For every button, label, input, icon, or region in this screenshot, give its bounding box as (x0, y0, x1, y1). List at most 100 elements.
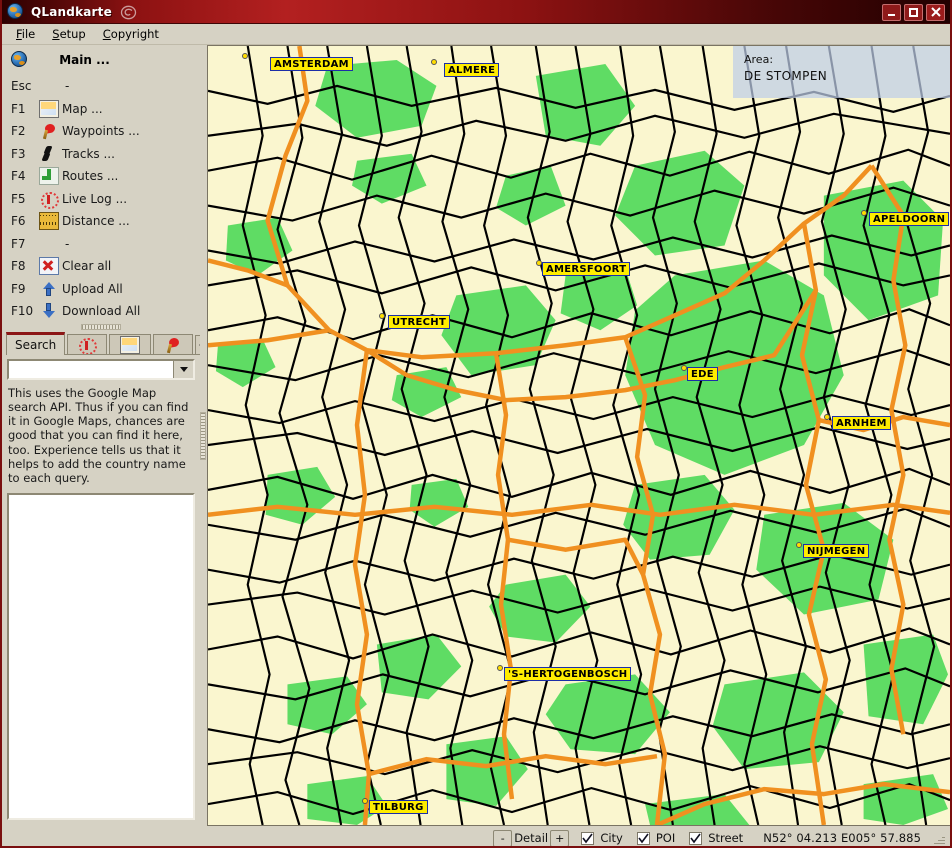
city-label-apeldoorn[interactable]: APELDOORN (869, 212, 950, 226)
city-label-ede[interactable]: EDE (687, 367, 718, 381)
status-bar: - Detail + City POI Street N52° 04.213 E… (2, 826, 950, 846)
search-combobox[interactable] (7, 358, 195, 380)
key-f3: F3 (11, 146, 26, 161)
city-dot (362, 798, 368, 804)
key-f6: F6 (11, 214, 26, 229)
city-label-nijmegen[interactable]: NIJMEGEN (803, 544, 870, 558)
download-arrow-icon (36, 303, 62, 319)
city-dot (824, 414, 830, 420)
vertical-splitter[interactable] (200, 45, 207, 826)
checkbox-poi-label: POI (655, 831, 676, 845)
detail-increase-button[interactable]: + (550, 829, 570, 846)
menu-row-download-all-label: Download All (62, 304, 141, 319)
city-dot (431, 59, 437, 65)
map-icon (120, 335, 141, 354)
key-f10: F10 (11, 304, 34, 319)
key-esc: Esc (11, 79, 32, 94)
function-key-menu: Esc - F1 Map ... F2 Waypoints ... F3 Tra… (2, 73, 200, 323)
menu-row-waypoints[interactable]: F2 Waypoints ... (2, 120, 200, 143)
menu-setup-label: etup (59, 27, 86, 41)
map-render (208, 46, 950, 825)
tab-waypoints[interactable] (153, 333, 194, 355)
menu-row-routes[interactable]: F4 Routes ... (2, 165, 200, 188)
close-button[interactable] (926, 3, 945, 21)
menu-row-clear-all-label: Clear all (62, 259, 112, 274)
key-f8: F8 (11, 259, 26, 274)
key-f5: F5 (11, 191, 26, 206)
key-f2: F2 (11, 124, 26, 139)
maximize-button[interactable] (904, 3, 923, 21)
menu-row-tracks[interactable]: F3 Tracks ... (2, 143, 200, 166)
key-f1: F1 (11, 101, 26, 116)
city-label-s-hertogenbosch[interactable]: 'S-HERTOGENBOSCH (504, 667, 632, 681)
menu-row-tracks-label: Tracks ... (62, 146, 115, 161)
menu-setup[interactable]: Setup (44, 25, 94, 43)
area-name: DE STOMPEN (744, 69, 828, 83)
minimize-button[interactable] (882, 3, 901, 21)
window-title: QLandkarte (31, 5, 112, 19)
menu-row-live-log[interactable]: F5 Live Log ... (2, 188, 200, 211)
search-results-list[interactable] (7, 492, 195, 820)
main-menu-header: Main ... (2, 45, 200, 73)
search-dropdown-button[interactable] (173, 360, 193, 378)
city-label-arnhem[interactable]: ARNHEM (832, 416, 891, 430)
city-label-amsterdam[interactable]: AMSTERDAM (270, 57, 353, 71)
waypoint-pin-icon (164, 337, 182, 353)
detail-decrease-button[interactable]: - (493, 829, 513, 846)
menu-row-routes-label: Routes ... (62, 169, 119, 184)
city-dot (861, 210, 867, 216)
tracks-icon (36, 146, 62, 162)
resize-grip-icon[interactable] (931, 831, 945, 845)
city-dot (497, 665, 503, 671)
checkbox-poi[interactable] (636, 831, 650, 845)
menu-row-clear-all[interactable]: F8 Clear all (2, 255, 200, 278)
city-label-tilburg[interactable]: TILBURG (369, 800, 428, 814)
horizontal-splitter[interactable] (2, 323, 200, 332)
menu-copyright-label: opyright (110, 27, 159, 41)
search-input[interactable] (9, 360, 173, 378)
checkbox-city[interactable] (581, 831, 595, 845)
check-icon (638, 833, 649, 843)
menu-row-f7[interactable]: F7 - (2, 233, 200, 256)
title-bar: QLandkarte (2, 0, 950, 24)
globe-icon (11, 51, 29, 69)
menu-row-map-label: Map ... (62, 101, 103, 116)
map-canvas[interactable]: Area: DE STOMPEN AMSTERDAM ALMERE APELDO… (207, 45, 950, 826)
key-f4: F4 (11, 169, 26, 184)
tab-map[interactable] (109, 333, 152, 355)
menu-row-map[interactable]: F1 Map ... (2, 98, 200, 121)
upload-arrow-icon (36, 281, 62, 297)
tab-live-log[interactable] (67, 333, 108, 355)
tab-search[interactable]: Search (6, 331, 66, 355)
checkbox-street-label: Street (708, 831, 744, 845)
menu-file[interactable]: File (8, 25, 43, 43)
area-label: Area: (744, 53, 774, 66)
city-dot (242, 53, 248, 59)
qlandkarte-window: QLandkarte File Setup Copyright Main ...… (0, 0, 952, 848)
menu-row-upload-all[interactable]: F9 Upload All (2, 278, 200, 301)
checkbox-street[interactable] (689, 831, 703, 845)
city-label-utrecht[interactable]: UTRECHT (388, 315, 451, 329)
spiral-logo-icon (120, 5, 137, 20)
menu-row-distance[interactable]: F6 Distance ... (2, 210, 200, 233)
search-tab-panel: This uses the Google Map search API. Thu… (2, 355, 200, 827)
detail-control: - Detail + (493, 829, 570, 846)
map-vector (208, 46, 950, 825)
menu-row-download-all[interactable]: F10 Download All (2, 300, 200, 323)
left-panel: Main ... Esc - F1 Map ... F2 Waypoints .… (2, 45, 225, 827)
checkbox-city-label: City (600, 831, 623, 845)
app-globe-icon (7, 3, 25, 21)
detail-label: Detail (514, 831, 549, 845)
city-label-amersfoort[interactable]: AMERSFOORT (542, 262, 631, 276)
map-icon (36, 99, 62, 118)
coordinates-readout: N52° 04.213 E005° 57.885 (763, 831, 921, 845)
area-info-box: Area: DE STOMPEN (733, 46, 950, 98)
menu-row-esc[interactable]: Esc - (2, 75, 200, 98)
city-dot (379, 313, 385, 319)
menu-row-waypoints-label: Waypoints ... (62, 124, 140, 139)
city-label-almere[interactable]: ALMERE (444, 63, 500, 77)
search-help-text: This uses the Google Map search API. Thu… (8, 385, 189, 486)
route-arrow-icon (36, 167, 62, 186)
menu-copyright[interactable]: Copyright (95, 25, 167, 43)
menu-row-distance-label: Distance ... (62, 214, 130, 229)
